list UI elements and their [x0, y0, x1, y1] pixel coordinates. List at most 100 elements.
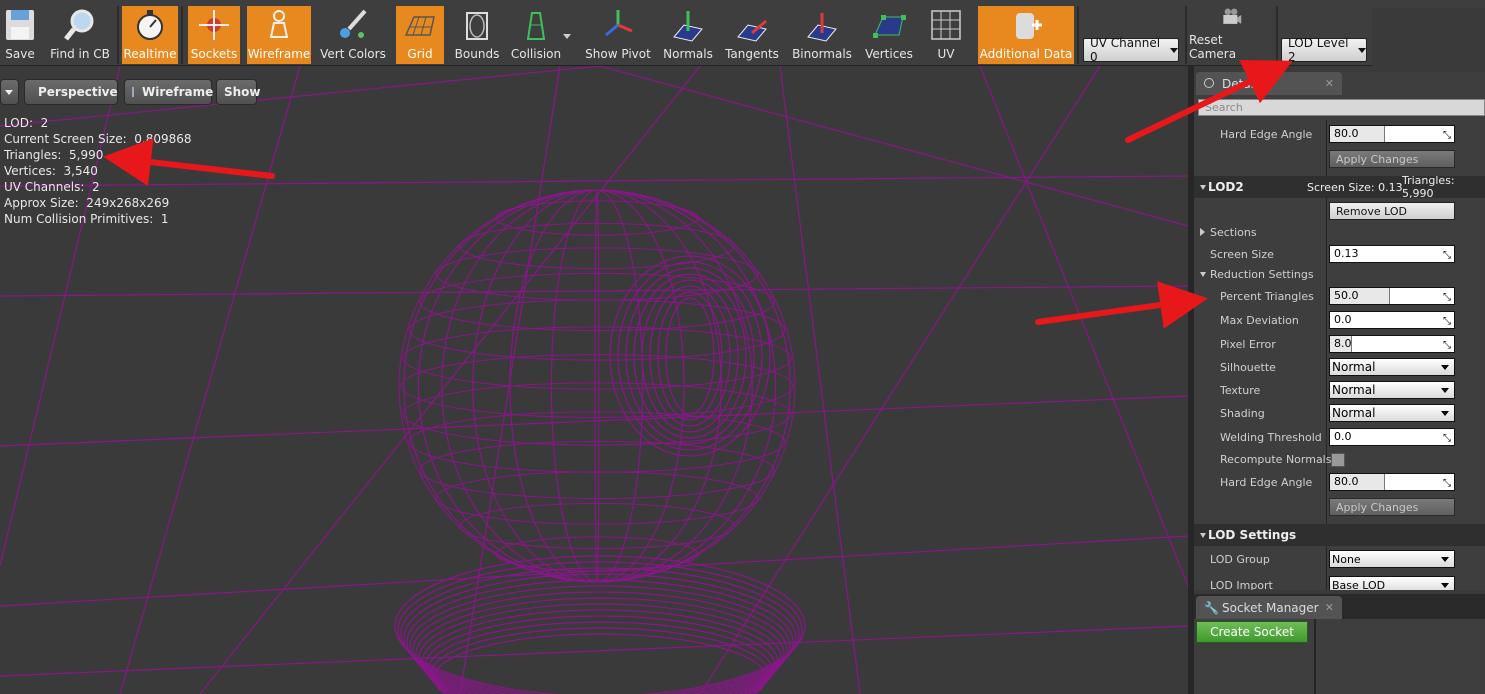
collision-icon — [526, 12, 546, 40]
drag-arrow-icon: ⤡ — [1443, 478, 1451, 489]
grid-toggle[interactable]: Grid — [396, 6, 444, 64]
show-pivot-toggle[interactable]: Show Pivot — [582, 6, 654, 64]
screen-size-field[interactable]: 0.13 ⤡ — [1329, 245, 1455, 263]
recompute-normals-label: Recompute Normals — [1220, 453, 1332, 466]
stat-row: Current Screen Size: 0.809868 — [4, 132, 192, 146]
pixel-error-label: Pixel Error — [1220, 338, 1276, 351]
collision-toggle[interactable]: Collision — [510, 6, 562, 64]
perspective-icon — [29, 88, 35, 96]
wrench-icon: 🔧 — [1204, 601, 1219, 615]
drag-arrow-icon: ⤡ — [1443, 130, 1451, 141]
show-flags-button[interactable]: Show — [216, 79, 261, 105]
chevron-down-icon — [1441, 411, 1449, 416]
vertices-toggle[interactable]: Vertices — [862, 6, 916, 64]
lod-group-select[interactable]: None — [1329, 550, 1455, 568]
tab-details[interactable]: Details ✕ — [1196, 72, 1342, 95]
sockets-toggle[interactable]: Sockets — [188, 6, 240, 64]
shading-select[interactable]: Normal — [1329, 404, 1455, 422]
realtime-toggle[interactable]: Realtime — [122, 6, 178, 64]
welding-threshold-field[interactable]: 0.0 ⤡ — [1329, 428, 1455, 446]
screen-size-label: Screen Size — [1210, 248, 1274, 261]
collapsed-triangle-icon — [1200, 228, 1205, 236]
lod-level-dropdown[interactable]: LOD Level 2 — [1281, 36, 1367, 64]
additional-data-button[interactable]: Additional Data — [978, 6, 1074, 64]
mesh-stats: LOD: 2 Current Screen Size: 0.809868 Trian… — [4, 115, 192, 227]
percent-triangles-label: Percent Triangles — [1220, 290, 1314, 303]
wireframe-icon — [132, 87, 134, 97]
silhouette-label: Silhouette — [1220, 361, 1276, 374]
chevron-down-icon — [1441, 583, 1449, 588]
max-deviation-field[interactable]: 0.0 ⤡ — [1329, 311, 1455, 329]
stat-row: Num Collision Primitives: 1 — [4, 212, 169, 226]
stat-row: Approx Size: 249x268x269 — [4, 196, 170, 210]
texture-label: Texture — [1220, 384, 1261, 397]
close-icon[interactable]: ✕ — [1325, 601, 1334, 614]
viewport-options-button[interactable] — [0, 79, 19, 105]
hard-edge-angle-field[interactable]: 80.0 ⤡ — [1329, 125, 1455, 143]
lod-settings-header[interactable]: LOD Settings — [1194, 524, 1485, 546]
chevron-down-icon — [1170, 47, 1178, 53]
tangents-toggle[interactable]: Tangents — [722, 6, 782, 64]
mesh-viewport[interactable]: Perspective Wireframe Show LOD: 2 Current… — [0, 66, 1188, 694]
drag-arrow-icon: ⤡ — [1443, 250, 1451, 261]
search-input[interactable]: Search — [1198, 99, 1485, 116]
apply-changes-button[interactable]: Apply Changes — [1329, 150, 1455, 168]
save-button[interactable]: Save — [0, 6, 40, 64]
recompute-normals-checkbox[interactable] — [1331, 453, 1345, 467]
socket-manager-panel: 🔧 Socket Manager ✕ Create Socket — [1194, 594, 1485, 694]
save-icon — [6, 10, 34, 40]
uv-icon — [931, 10, 961, 40]
camera-icon — [1223, 8, 1242, 24]
drag-arrow-icon: ⤡ — [1443, 340, 1451, 351]
drag-arrow-icon: ⤡ — [1443, 316, 1451, 327]
find-in-cb-button[interactable]: Find in CB — [46, 6, 114, 64]
bounds-icon — [466, 12, 488, 40]
tab-socket-manager[interactable]: 🔧 Socket Manager ✕ — [1196, 596, 1342, 619]
apply-changes-button[interactable]: Apply Changes — [1329, 498, 1455, 516]
stat-row: Vertices: 3,540 — [4, 164, 98, 178]
wireframe-toggle[interactable]: Wireframe — [247, 6, 311, 64]
sockets-icon — [199, 10, 229, 40]
sections-category[interactable]: Sections — [1210, 226, 1257, 239]
reset-camera-button[interactable]: Reset Camera — [1189, 6, 1273, 64]
hard-edge-angle-field[interactable]: 80.0 ⤡ — [1329, 473, 1455, 491]
chevron-down-icon — [1441, 388, 1449, 393]
chevron-down-icon — [1358, 47, 1366, 53]
perspective-button[interactable]: Perspective — [24, 79, 118, 105]
collision-dropdown-icon[interactable] — [563, 34, 571, 39]
vertices-icon — [873, 15, 906, 38]
lod-import-select[interactable]: Base LOD — [1329, 576, 1455, 590]
hard-edge-angle-label: Hard Edge Angle — [1220, 476, 1313, 489]
shading-label: Shading — [1220, 407, 1265, 420]
uv-channel-dropdown[interactable]: UV Channel 0 — [1083, 36, 1179, 64]
details-icon — [1204, 78, 1214, 88]
normals-toggle[interactable]: Normals — [660, 6, 716, 64]
expand-triangle-icon — [1200, 185, 1206, 190]
view-mode-button[interactable]: Wireframe — [124, 79, 213, 105]
silhouette-select[interactable]: Normal — [1329, 358, 1455, 376]
reduction-settings-category[interactable]: Reduction Settings — [1210, 268, 1314, 281]
lod-import-label: LOD Import — [1210, 579, 1273, 590]
chevron-down-icon — [1441, 365, 1449, 370]
tangents-icon — [737, 19, 767, 42]
remove-lod-button[interactable]: Remove LOD — [1329, 202, 1455, 220]
pivot-icon — [605, 10, 633, 37]
stat-row: Triangles: 5,990 — [4, 148, 104, 162]
close-icon[interactable]: ✕ — [1325, 77, 1334, 90]
create-socket-button[interactable]: Create Socket — [1196, 621, 1308, 643]
drag-arrow-icon: ⤡ — [1443, 292, 1451, 303]
binormals-toggle[interactable]: Binormals — [790, 6, 854, 64]
pixel-error-field[interactable]: 8.0 ⤡ — [1329, 335, 1455, 353]
vert-colors-toggle[interactable]: Vert Colors — [318, 6, 388, 64]
uv-toggle[interactable]: UV — [922, 6, 970, 64]
stat-row: LOD: 2 — [4, 116, 49, 130]
expand-triangle-icon — [1200, 533, 1206, 538]
texture-select[interactable]: Normal — [1329, 381, 1455, 399]
expand-triangle-icon — [1200, 272, 1206, 277]
bounds-toggle[interactable]: Bounds — [452, 6, 502, 64]
binormals-icon — [807, 13, 837, 42]
normals-icon — [673, 11, 703, 42]
lod2-header[interactable]: LOD2 Screen Size: 0.13 Triangles: 5,990 — [1194, 174, 1485, 200]
percent-triangles-field[interactable]: 50.0 ⤡ — [1329, 287, 1455, 305]
magnifier-icon — [64, 9, 94, 41]
